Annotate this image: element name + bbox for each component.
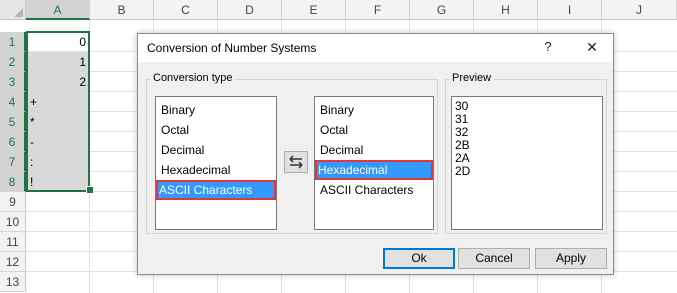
fill-handle[interactable] — [86, 186, 94, 194]
row-header-4[interactable]: 4 — [0, 92, 26, 112]
row-header-1[interactable]: 1 — [0, 32, 26, 52]
cell-a8[interactable]: ! — [27, 172, 89, 192]
swap-arrows-icon — [289, 155, 303, 169]
select-all-corner[interactable] — [0, 0, 26, 20]
select-all-triangle-icon — [14, 8, 23, 17]
to-list-item-ascii[interactable]: ASCII Characters — [318, 181, 415, 199]
column-header-g[interactable]: G — [410, 0, 474, 20]
from-list-item-binary[interactable]: Binary — [159, 101, 197, 119]
column-header-c[interactable]: C — [154, 0, 218, 20]
row-header-9[interactable]: 9 — [0, 192, 26, 212]
column-header-h[interactable]: H — [474, 0, 538, 20]
ok-button[interactable]: Ok — [383, 248, 455, 269]
cell-a3[interactable]: 2 — [27, 72, 89, 92]
preview-label: Preview — [450, 72, 494, 84]
row-header-13[interactable]: 13 — [0, 272, 26, 292]
column-header-d[interactable]: D — [218, 0, 282, 20]
to-list-item-octal[interactable]: Octal — [318, 121, 350, 139]
help-button[interactable]: ? — [538, 37, 558, 57]
row-header-7[interactable]: 7 — [0, 152, 26, 172]
from-list-item-hexadecimal[interactable]: Hexadecimal — [159, 161, 232, 179]
to-list-item-binary[interactable]: Binary — [318, 101, 356, 119]
row-header-12[interactable]: 12 — [0, 252, 26, 272]
cell-a2[interactable]: 1 — [27, 52, 89, 72]
preview-value: 2D — [455, 164, 471, 178]
column-header-b[interactable]: B — [90, 0, 154, 20]
from-list-item-decimal[interactable]: Decimal — [159, 141, 206, 159]
row-header-3[interactable]: 3 — [0, 72, 26, 92]
cell-a6[interactable]: - — [27, 132, 89, 152]
from-list-item-octal[interactable]: Octal — [159, 121, 191, 139]
preview-box[interactable]: 30 31 32 2B 2A 2D — [451, 96, 603, 230]
dialog-title: Conversion of Number Systems — [147, 41, 317, 55]
row-header-10[interactable]: 10 — [0, 212, 26, 232]
cell-a5[interactable]: * — [27, 112, 89, 132]
conversion-type-label: Conversion type — [151, 72, 235, 84]
row-header-2[interactable]: 2 — [0, 52, 26, 72]
column-header-j[interactable]: J — [602, 0, 677, 20]
from-type-list[interactable]: Binary Octal Decimal Hexadecimal ASCII C… — [155, 96, 277, 230]
to-type-list[interactable]: Binary Octal Decimal Hexadecimal ASCII C… — [314, 96, 434, 230]
apply-button[interactable]: Apply — [535, 248, 607, 269]
column-header-e[interactable]: E — [282, 0, 346, 20]
row-header-6[interactable]: 6 — [0, 132, 26, 152]
to-list-item-decimal[interactable]: Decimal — [318, 141, 365, 159]
dialog-titlebar[interactable]: Conversion of Number Systems ? ✕ — [138, 34, 613, 62]
column-header-i[interactable]: I — [538, 0, 602, 20]
cell-a7[interactable]: : — [27, 152, 89, 172]
row-header-5[interactable]: 5 — [0, 112, 26, 132]
cell-a4[interactable]: + — [27, 92, 89, 112]
row-header-11[interactable]: 11 — [0, 232, 26, 252]
row-header-8[interactable]: 8 — [0, 172, 26, 192]
conversion-dialog: Conversion of Number Systems ? ✕ Convers… — [137, 33, 614, 275]
to-list-item-hexadecimal-selected[interactable]: Hexadecimal — [315, 160, 433, 180]
cancel-button[interactable]: Cancel — [458, 248, 530, 269]
swap-button[interactable] — [284, 151, 308, 173]
gridline — [89, 20, 90, 293]
column-header-f[interactable]: F — [346, 0, 410, 20]
column-header-a[interactable]: A — [26, 0, 90, 20]
close-icon[interactable]: ✕ — [581, 37, 603, 57]
cell-a1[interactable]: 0 — [27, 32, 89, 52]
from-list-item-ascii-selected[interactable]: ASCII Characters — [156, 180, 276, 200]
